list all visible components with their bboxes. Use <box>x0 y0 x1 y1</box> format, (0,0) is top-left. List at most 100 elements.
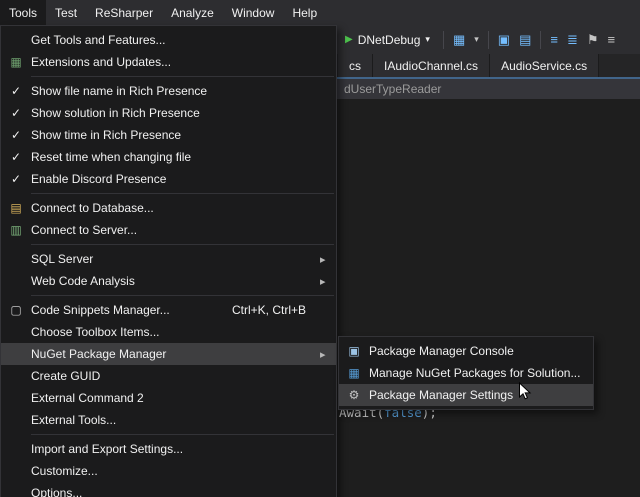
menu-item-label: External Tools... <box>31 413 320 427</box>
search-package-icon[interactable]: ▦ <box>453 32 465 48</box>
dropdown-caret-icon[interactable]: ▾ <box>474 34 479 45</box>
toolbar-content: ▶ DNetDebug ▾ ▦ ▾ ▣ ▤ ≡ ≣ ⚑ ≡ <box>341 25 615 54</box>
console-icon: ▣ <box>339 344 369 358</box>
menu-item-show-time-in-rich-presence[interactable]: ✓Show time in Rich Presence <box>1 124 336 146</box>
menu-list-icon[interactable]: ≡ <box>608 32 616 47</box>
menu-item-label: Manage NuGet Packages for Solution... <box>369 366 580 380</box>
extensions-icon: ▦ <box>1 55 31 69</box>
start-debug-button[interactable]: ▶ DNetDebug ▾ <box>341 31 434 49</box>
gear-icon: ⚙ <box>339 388 369 402</box>
menubar-item-tools[interactable]: Tools <box>0 0 46 25</box>
menu-separator <box>31 76 334 77</box>
check-icon: ✓ <box>1 150 31 164</box>
menu-item-external-command-2[interactable]: External Command 2 <box>1 387 336 409</box>
dropdown-caret-icon: ▾ <box>425 34 430 45</box>
play-icon: ▶ <box>345 34 353 45</box>
menu-item-label: Reset time when changing file <box>31 150 320 164</box>
menu-item-label: Extensions and Updates... <box>31 55 320 69</box>
dock-window-icon[interactable]: ▤ <box>519 32 531 48</box>
menu-item-label: SQL Server <box>31 252 320 266</box>
toolbar-divider <box>540 31 541 49</box>
menu-item-package-manager-console[interactable]: ▣Package Manager Console <box>339 340 593 362</box>
menu-separator <box>31 244 334 245</box>
menu-separator <box>31 295 334 296</box>
menu-item-connect-to-server[interactable]: ▥Connect to Server... <box>1 219 336 241</box>
mouse-cursor <box>518 382 532 402</box>
menu-item-label: NuGet Package Manager <box>31 347 320 361</box>
submenu-arrow-icon: ▸ <box>320 253 336 266</box>
menu-item-get-tools-and-features[interactable]: Get Tools and Features... <box>1 29 336 51</box>
check-icon: ✓ <box>1 106 31 120</box>
menu-item-label: External Command 2 <box>31 391 320 405</box>
menu-separator <box>31 193 334 194</box>
menu-item-manage-nuget-packages-for-solution[interactable]: ▦Manage NuGet Packages for Solution... <box>339 362 593 384</box>
menu-item-label: Import and Export Settings... <box>31 442 320 456</box>
float-window-icon[interactable]: ▣ <box>498 32 510 48</box>
menu-item-sql-server[interactable]: SQL Server▸ <box>1 248 336 270</box>
submenu-arrow-icon: ▸ <box>320 348 336 361</box>
menubar-item-window[interactable]: Window <box>223 0 284 25</box>
document-tabs: csIAudioChannel.csAudioService.cs <box>338 54 599 77</box>
menu-item-create-guid[interactable]: Create GUID <box>1 365 336 387</box>
tab-iaudiochannel-cs[interactable]: IAudioChannel.cs <box>373 54 490 77</box>
menu-item-show-solution-in-rich-presence[interactable]: ✓Show solution in Rich Presence <box>1 102 336 124</box>
menu-item-label: Package Manager Settings <box>369 388 577 402</box>
check-icon: ✓ <box>1 128 31 142</box>
toolbar-icon-group: ▦ ▾ ▣ ▤ ≡ ≣ ⚑ ≡ <box>453 31 615 49</box>
menu-item-enable-discord-presence[interactable]: ✓Enable Discord Presence <box>1 168 336 190</box>
menu-bar: ToolsTestReSharperAnalyzeWindowHelp <box>0 0 640 25</box>
tools-menu: Get Tools and Features...▦Extensions and… <box>0 25 337 497</box>
menu-item-connect-to-database[interactable]: ▤Connect to Database... <box>1 197 336 219</box>
toolbar-divider <box>443 31 444 49</box>
menu-item-label: Get Tools and Features... <box>31 33 320 47</box>
menu-item-label: Connect to Server... <box>31 223 320 237</box>
menu-item-nuget-package-manager[interactable]: NuGet Package Manager▸ <box>1 343 336 365</box>
menubar-item-analyze[interactable]: Analyze <box>162 0 223 25</box>
database-icon: ▤ <box>1 201 31 215</box>
menu-item-label: Package Manager Console <box>369 344 577 358</box>
menu-item-show-file-name-in-rich-presence[interactable]: ✓Show file name in Rich Presence <box>1 80 336 102</box>
menu-item-label: Connect to Database... <box>31 201 320 215</box>
bookmark-icon[interactable]: ⚑ <box>587 32 599 48</box>
visual-studio-window: ToolsTestReSharperAnalyzeWindowHelp ▶ DN… <box>0 0 640 497</box>
menubar-item-help[interactable]: Help <box>283 0 326 25</box>
menu-item-external-tools[interactable]: External Tools... <box>1 409 336 431</box>
menu-item-code-snippets-manager[interactable]: ▢Code Snippets Manager...Ctrl+K, Ctrl+B <box>1 299 336 321</box>
menu-item-label: Show file name in Rich Presence <box>31 84 320 98</box>
submenu-arrow-icon: ▸ <box>320 275 336 288</box>
menu-item-label: Options... <box>31 486 320 497</box>
menu-item-label: Code Snippets Manager... <box>31 303 232 317</box>
menu-item-extensions-and-updates[interactable]: ▦Extensions and Updates... <box>1 51 336 73</box>
menu-item-choose-toolbox-items[interactable]: Choose Toolbox Items... <box>1 321 336 343</box>
menu-item-label: Customize... <box>31 464 320 478</box>
menu-item-reset-time-when-changing-file[interactable]: ✓Reset time when changing file <box>1 146 336 168</box>
menu-separator <box>31 434 334 435</box>
tab-cs[interactable]: cs <box>338 54 373 77</box>
indent-list-icon[interactable]: ≣ <box>567 32 578 48</box>
snippets-icon: ▢ <box>1 303 31 317</box>
menu-item-label: Show solution in Rich Presence <box>31 106 320 120</box>
menu-item-options[interactable]: Options... <box>1 482 336 497</box>
menu-item-web-code-analysis[interactable]: Web Code Analysis▸ <box>1 270 336 292</box>
run-config-label: DNetDebug <box>358 33 421 47</box>
menu-item-label: Choose Toolbox Items... <box>31 325 320 339</box>
menu-item-label: Enable Discord Presence <box>31 172 320 186</box>
type-name-label: dUserTypeReader <box>344 82 441 96</box>
menubar-item-test[interactable]: Test <box>46 0 86 25</box>
check-icon: ✓ <box>1 84 31 98</box>
menu-item-shortcut: Ctrl+K, Ctrl+B <box>232 303 306 317</box>
menubar-item-resharper[interactable]: ReSharper <box>86 0 162 25</box>
menu-item-label: Create GUID <box>31 369 320 383</box>
menu-item-import-and-export-settings[interactable]: Import and Export Settings... <box>1 438 336 460</box>
menu-item-label: Web Code Analysis <box>31 274 320 288</box>
menu-item-label: Show time in Rich Presence <box>31 128 320 142</box>
manage-packages-icon: ▦ <box>339 366 369 380</box>
toolbar-divider <box>488 31 489 49</box>
menu-item-customize[interactable]: Customize... <box>1 460 336 482</box>
nuget-package-manager-submenu: ▣Package Manager Console▦Manage NuGet Pa… <box>338 336 594 410</box>
tab-audioservice-cs[interactable]: AudioService.cs <box>490 54 599 77</box>
server-icon: ▥ <box>1 223 31 237</box>
check-icon: ✓ <box>1 172 31 186</box>
sort-list-icon[interactable]: ≡ <box>550 32 558 47</box>
menu-item-package-manager-settings[interactable]: ⚙Package Manager Settings <box>339 384 593 406</box>
